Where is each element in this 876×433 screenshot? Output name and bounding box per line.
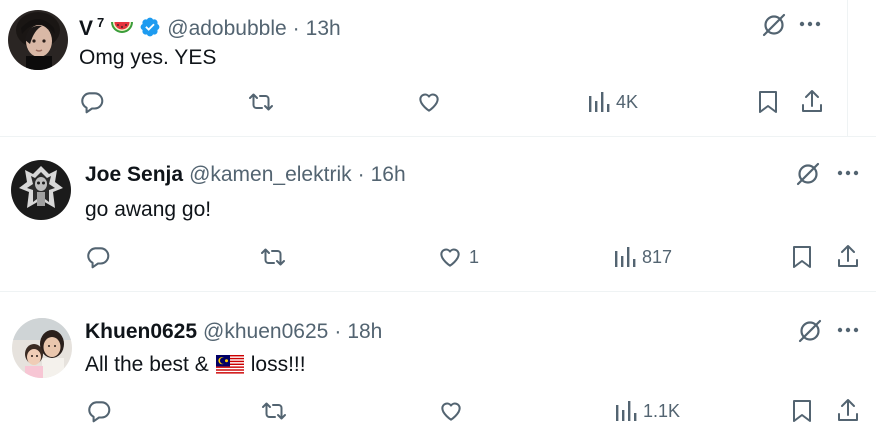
user-handle[interactable]: @khuen0625 [203,320,328,344]
more-icon[interactable] [836,163,860,183]
views-button[interactable]: 1.1K [615,400,680,422]
tweet-text: All the best & loss!!! [85,353,306,377]
name-superscript: 7 [97,15,105,30]
tweet-header: V 7 @adobubble · 13h [79,13,341,41]
views-button[interactable]: 4K [588,91,638,113]
display-name[interactable]: V [79,17,93,41]
malaysia-flag-icon [215,355,244,375]
timestamp[interactable]: 18h [347,320,382,344]
user-handle[interactable]: @kamen_elektrik [189,163,352,187]
share-button[interactable] [800,88,824,114]
like-button[interactable] [438,398,470,424]
views-icon [588,91,610,113]
avatar[interactable] [12,318,72,378]
reply-icon [79,89,105,115]
separator-dot: · [334,320,342,343]
tweet[interactable]: V 7 @adobubble · 13h Omg yes. YES 4K [0,0,848,136]
view-count: 817 [642,246,673,267]
timestamp[interactable]: 16h [371,163,406,187]
avatar[interactable] [8,10,68,70]
views-icon [615,400,637,422]
bookmark-button[interactable] [791,244,813,270]
separator-dot: · [292,17,300,40]
like-count: 1 [469,246,480,267]
tweet-text: go awang go! [85,198,212,221]
reply-button[interactable] [85,244,117,270]
retweet-button[interactable] [259,244,293,270]
views-button[interactable]: 817 [614,246,672,268]
views-icon [614,246,636,268]
share-icon [800,88,824,114]
more-icon[interactable] [836,320,860,340]
retweet-button[interactable] [247,89,281,115]
tweet[interactable]: Khuen0625 @khuen0625 · 18h All the best … [0,291,876,433]
bookmark-icon [757,89,779,115]
reply-icon [86,398,112,424]
tweet[interactable]: Joe Senja @kamen_elektrik · 16h go awang… [0,136,876,291]
like-icon [438,398,464,424]
reply-icon [85,244,111,270]
retweet-button[interactable] [260,398,294,424]
share-icon [836,397,860,423]
retweet-icon [259,244,287,270]
watermelon-icon [110,20,134,38]
avatar[interactable] [11,160,71,220]
tweet-header: Khuen0625 @khuen0625 · 18h [85,320,382,344]
retweet-icon [260,398,288,424]
tweet-header: Joe Senja @kamen_elektrik · 16h [85,163,406,187]
reply-button[interactable] [86,398,118,424]
grok-icon[interactable] [797,318,823,344]
tweet-text-before: All the best & [85,353,209,376]
grok-icon[interactable] [795,161,821,187]
tweet-text: Omg yes. YES [79,46,217,69]
share-icon [836,243,860,269]
bookmark-button[interactable] [791,398,813,424]
separator-dot: · [357,163,365,186]
tweet-text-after: loss!!! [250,353,306,376]
share-button[interactable] [836,243,860,269]
view-count: 1.1K [643,400,681,421]
view-count: 4K [616,91,639,112]
more-icon[interactable] [798,14,822,34]
verified-icon [139,16,161,38]
display-name[interactable]: Khuen0625 [85,320,197,344]
timestamp[interactable]: 13h [306,17,341,41]
bookmark-button[interactable] [757,89,779,115]
grok-icon[interactable] [761,12,787,38]
bookmark-icon [791,398,813,424]
reply-button[interactable] [79,89,111,115]
like-icon [437,244,463,270]
bookmark-icon [791,244,813,270]
like-button[interactable]: 1 [437,244,479,270]
like-icon [416,89,442,115]
like-button[interactable] [416,89,448,115]
display-name[interactable]: Joe Senja [85,163,183,187]
share-button[interactable] [836,397,860,423]
user-handle[interactable]: @adobubble [167,17,286,41]
retweet-icon [247,89,275,115]
